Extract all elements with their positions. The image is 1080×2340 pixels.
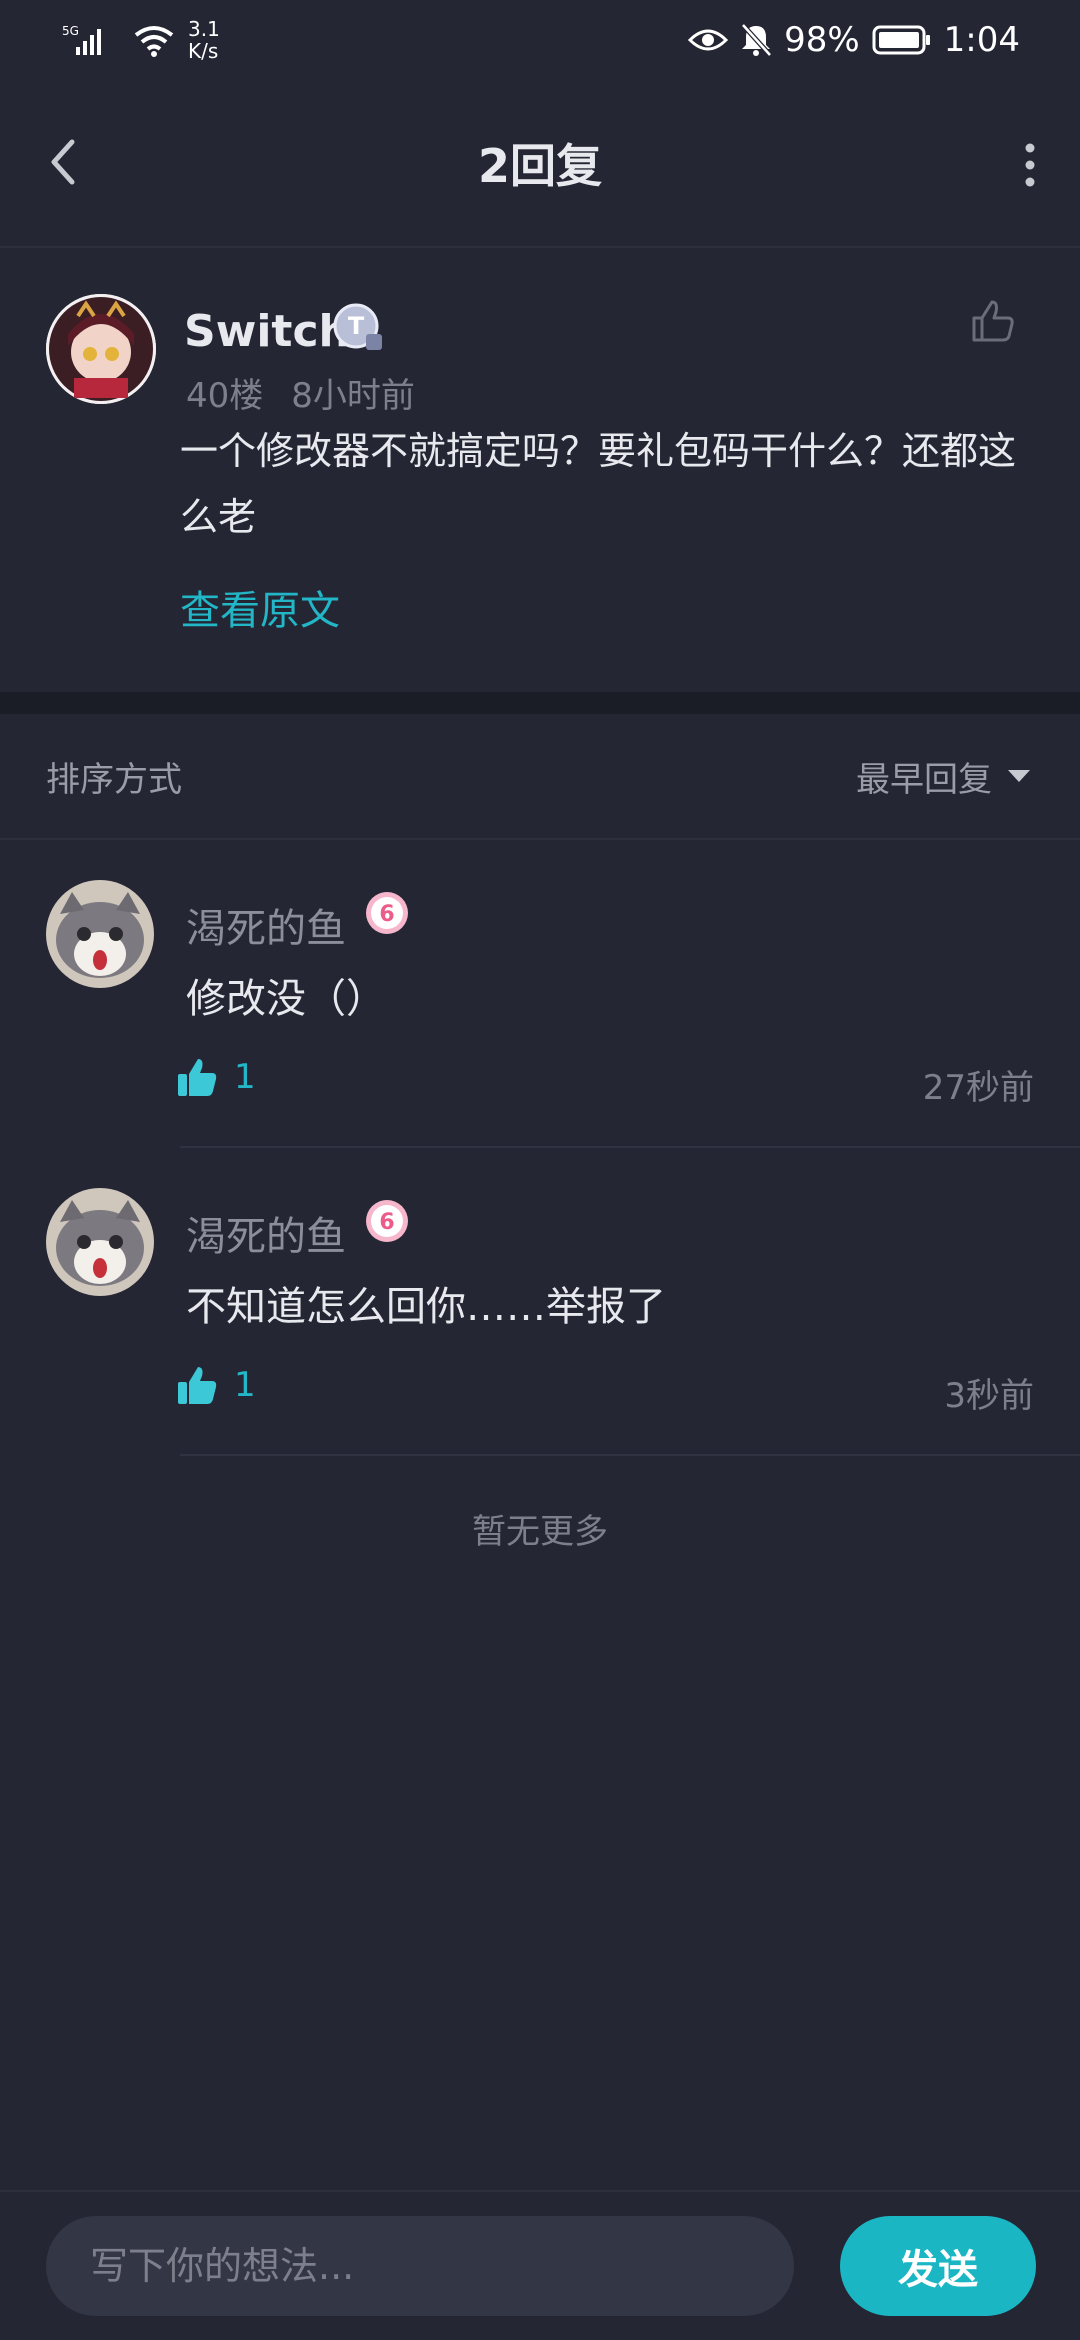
- clock: 1:04: [943, 20, 1020, 60]
- network-type: 5G: [62, 24, 79, 38]
- send-button[interactable]: 发送: [840, 2216, 1036, 2316]
- like-count: 1: [234, 1057, 256, 1097]
- bell-off-icon: [741, 23, 772, 57]
- avatar[interactable]: [46, 1188, 154, 1296]
- like-button[interactable]: 1: [176, 1056, 256, 1098]
- author-name[interactable]: Switch: [184, 306, 350, 357]
- avatar-image: [46, 1188, 154, 1296]
- avatar[interactable]: [46, 880, 154, 988]
- floor-number: 40楼: [186, 376, 264, 416]
- level-badge-icon: 6: [366, 1200, 408, 1242]
- comment-text: 一个修改器不就搞定吗？要礼包码干什么？还都这么老: [180, 429, 1017, 539]
- status-bar: 5G 3.1 K/s 98% 1:04: [0, 0, 1080, 80]
- section-divider: [0, 692, 1080, 714]
- rank-badge-icon: T: [333, 303, 382, 350]
- sort-label: 排序方式: [46, 759, 182, 800]
- post-time: 8小时前: [291, 376, 415, 416]
- thumbs-up-icon: [178, 1367, 217, 1404]
- avatar[interactable]: [46, 294, 156, 404]
- reply-author[interactable]: 渴死的鱼: [186, 896, 346, 954]
- eye-icon: [688, 29, 729, 51]
- comment-meta: 40楼 8小时前: [186, 368, 415, 417]
- original-comment: Switch T 40楼 8小时前 一个修改器不就搞定吗？要礼包码干什么？还都这么…: [0, 250, 1080, 690]
- view-original-link[interactable]: 查看原文: [180, 578, 340, 636]
- reply-divider: [180, 1454, 1080, 1456]
- thumbs-up-outline-icon[interactable]: [968, 296, 1018, 346]
- reply-text: 修改没（）: [186, 976, 386, 1022]
- avatar-image: [46, 880, 154, 988]
- page-header: 2回复: [0, 80, 1080, 248]
- reply-text: 不知道怎么回你……举报了: [186, 1284, 666, 1330]
- sort-bar: 排序方式 最早回复: [0, 714, 1080, 840]
- caret-down-icon: [1008, 770, 1030, 782]
- wifi-icon: [134, 26, 174, 57]
- reply-time: 27秒前: [922, 1068, 1034, 1108]
- like-button[interactable]: 1: [176, 1364, 256, 1406]
- battery-percent: 98%: [784, 20, 860, 60]
- comment-input[interactable]: [46, 2216, 794, 2316]
- no-more-text: 暂无更多: [472, 1512, 608, 1552]
- reply-item: 渴死的鱼 6 修改没（） 1 27秒前: [0, 842, 1080, 1148]
- comment-composer: 发送: [0, 2190, 1080, 2340]
- back-button[interactable]: [42, 132, 92, 192]
- more-vertical-icon[interactable]: [1018, 140, 1042, 190]
- level-badge-icon: 6: [366, 892, 408, 934]
- level-number: 6: [379, 902, 394, 927]
- reply-author[interactable]: 渴死的鱼: [186, 1204, 346, 1262]
- avatar-image: [46, 294, 156, 404]
- network-speed: 3.1 K/s: [188, 18, 220, 62]
- like-count: 1: [234, 1365, 256, 1405]
- page-title: 2回复: [477, 139, 602, 193]
- reply-divider: [180, 1146, 1080, 1148]
- reply-item: 渴死的鱼 6 不知道怎么回你……举报了 1 3秒前: [0, 1150, 1080, 1456]
- signal-icon: 5G: [62, 24, 101, 55]
- speed-unit: K/s: [188, 39, 219, 63]
- sort-selected: 最早回复: [856, 759, 992, 800]
- battery-icon: [872, 25, 930, 55]
- status-right: 98% 1:04: [688, 20, 1020, 60]
- badge-letter: T: [348, 312, 365, 340]
- thumbs-up-icon: [178, 1059, 217, 1096]
- status-left: 5G 3.1 K/s: [62, 18, 220, 62]
- speed-value: 3.1: [188, 17, 220, 41]
- sort-dropdown[interactable]: 最早回复: [856, 752, 1032, 801]
- level-number: 6: [379, 1210, 394, 1235]
- reply-time: 3秒前: [944, 1376, 1034, 1416]
